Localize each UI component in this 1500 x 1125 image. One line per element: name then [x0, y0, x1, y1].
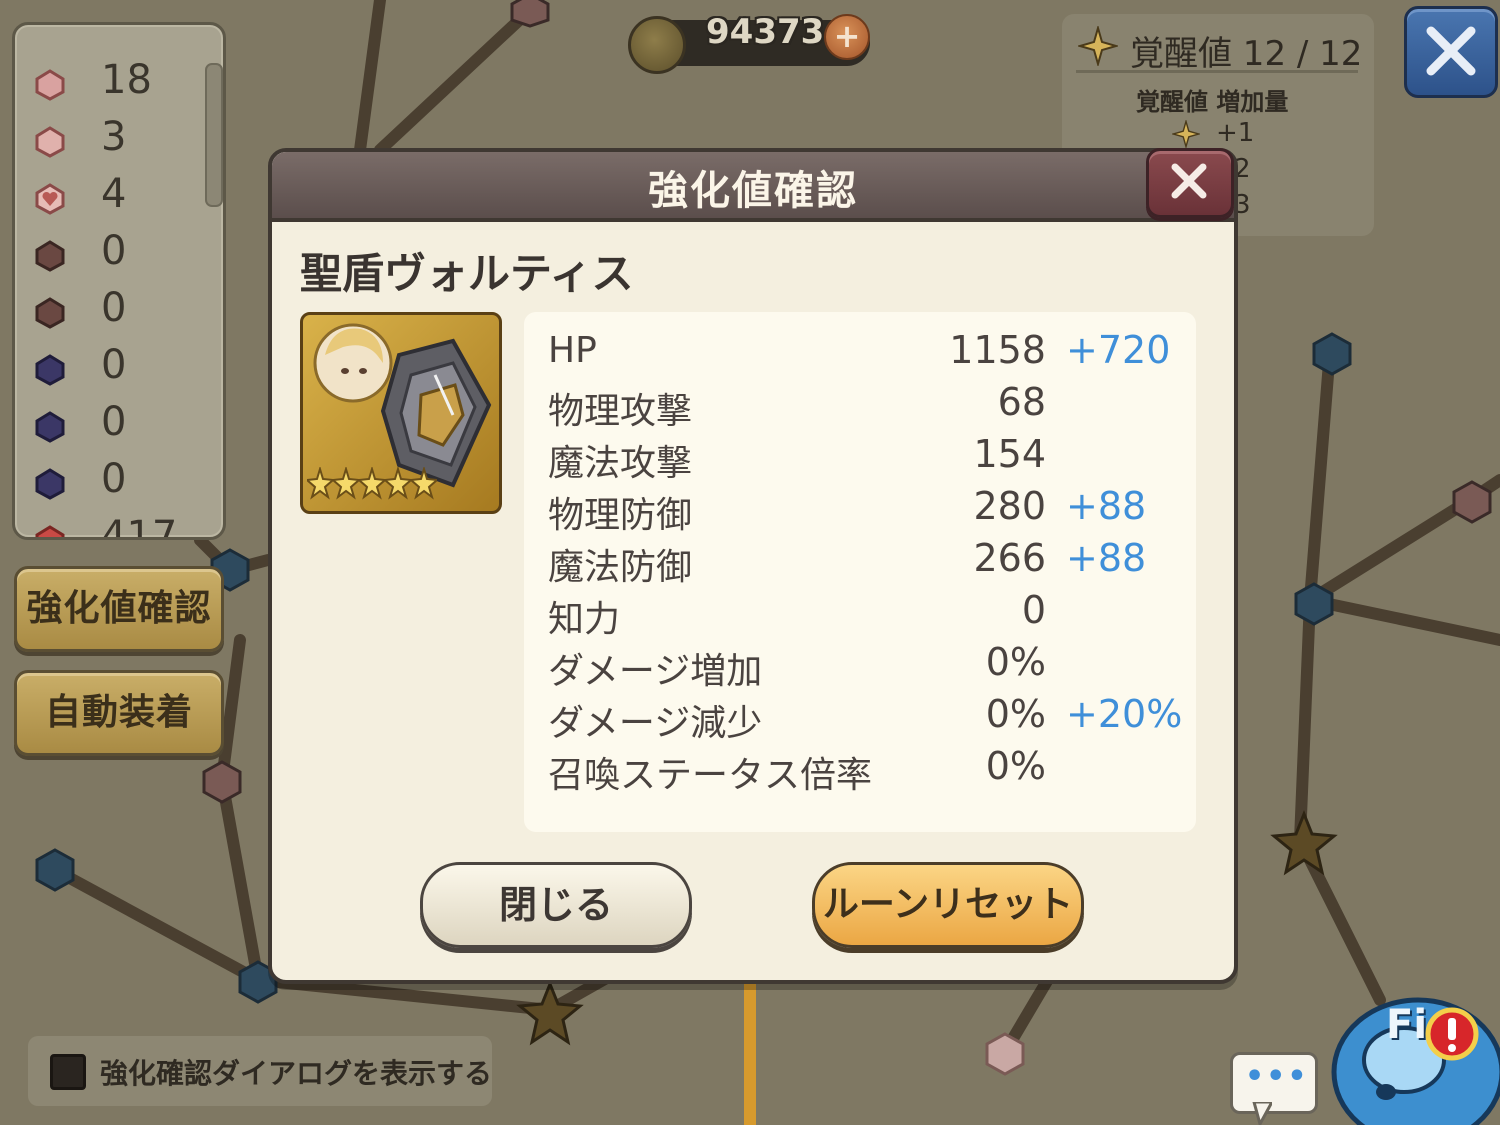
dark-red-orb-icon — [35, 297, 65, 329]
alert-icon — [1425, 1007, 1479, 1061]
stat-value-damage-increase: 0% — [985, 640, 1046, 684]
stat-label-magic-attack: 魔法攻撃 — [548, 443, 693, 484]
stat-value-physical-attack: 68 — [997, 380, 1046, 424]
awakening-subtitle: 覚醒値 増加量 — [1136, 88, 1289, 116]
rune-reset-button[interactable]: ルーンリセット — [812, 862, 1084, 948]
auto-equip-button[interactable]: 自動装着 — [14, 670, 224, 756]
resource-panel[interactable]: 18 3 4 0 0 0 0 0 417 — [12, 22, 226, 540]
stat-label-summon-rate: 召喚ステータス倍率 — [548, 755, 873, 796]
add-currency-button[interactable]: + — [824, 14, 870, 60]
resource-value: 0 — [101, 228, 127, 274]
red-crystal-icon — [35, 126, 65, 158]
resource-value: 4 — [101, 171, 127, 217]
show-dialog-label: 強化確認ダイアログを表示する — [100, 1057, 493, 1090]
coin-icon — [628, 16, 686, 74]
stat-bonus-damage-reduction: +20% — [1066, 692, 1183, 736]
stat-label-damage-reduction: ダメージ減少 — [548, 703, 763, 744]
awakening-increase: +1 — [1216, 118, 1255, 148]
red-heart-crystal-icon — [35, 183, 65, 215]
resource-row: 0 — [33, 283, 213, 339]
stat-value-summon-rate: 0% — [985, 744, 1046, 788]
chat-dots: ••• — [1245, 1059, 1309, 1094]
mascot-text: Fi — [1386, 1002, 1428, 1048]
resource-row: 3 — [33, 112, 213, 168]
purple-orb-icon — [35, 354, 65, 386]
small-star-icon — [1172, 120, 1200, 148]
dialog-title: 強化値確認 — [648, 168, 858, 214]
close-button[interactable]: 閉じる — [420, 862, 692, 948]
resource-row: 0 — [33, 340, 213, 396]
stat-bonus-hp: +720 — [1066, 328, 1171, 372]
stat-value-hp: 1158 — [949, 328, 1046, 372]
stat-label-intelligence: 知力 — [548, 599, 621, 640]
close-icon — [1171, 163, 1207, 199]
resource-row: 0 — [33, 226, 213, 282]
resource-row: 0 — [33, 454, 213, 510]
purple-orb-icon — [35, 411, 65, 443]
stat-label-damage-increase: ダメージ増加 — [548, 651, 763, 692]
stat-value-magic-attack: 154 — [973, 432, 1046, 476]
resource-value: 0 — [101, 342, 127, 388]
resource-row: 417 — [33, 511, 213, 540]
mascot-menu-button[interactable]: Fi — [1326, 980, 1500, 1125]
resource-row: 0 — [33, 397, 213, 453]
dark-red-orb-icon — [35, 240, 65, 272]
dialog-close-button[interactable] — [1146, 148, 1234, 218]
screen-close-button[interactable] — [1404, 6, 1498, 98]
resource-value: 0 — [101, 399, 127, 445]
stat-bonus-magic-defense: +88 — [1066, 536, 1147, 580]
red-crystal-icon — [35, 69, 65, 101]
item-name: 聖盾ヴォルティス — [300, 249, 634, 298]
item-portrait — [300, 312, 502, 514]
resource-value: 3 — [101, 114, 127, 160]
resource-value: 0 — [101, 456, 127, 502]
stat-label-physical-attack: 物理攻撃 — [548, 391, 693, 432]
rune-icon — [35, 525, 65, 537]
resource-value: 417 — [101, 513, 178, 540]
check-enhance-button[interactable]: 強化値確認 — [14, 566, 224, 652]
stat-value-physical-defense: 280 — [973, 484, 1046, 528]
stat-value-intelligence: 0 — [1021, 588, 1046, 632]
close-icon — [1426, 26, 1476, 76]
show-dialog-checkbox[interactable] — [50, 1054, 86, 1090]
stat-value-magic-defense: 266 — [973, 536, 1046, 580]
stat-label-physical-defense: 物理防御 — [548, 495, 693, 536]
stat-bonus-physical-defense: +88 — [1066, 484, 1147, 528]
awakening-title: 覚醒値 12 / 12 — [1130, 34, 1363, 74]
stat-label-hp: HP — [548, 330, 597, 371]
rarity-stars — [307, 467, 437, 500]
awakening-star-icon — [1078, 26, 1118, 66]
purple-orb-icon — [35, 468, 65, 500]
resource-value: 0 — [101, 285, 127, 331]
awakening-divider — [1076, 70, 1358, 73]
resource-row: 18 — [33, 55, 213, 111]
stat-value-damage-reduction: 0% — [985, 692, 1046, 736]
resource-value: 18 — [101, 57, 152, 103]
currency-value: 94373 — [706, 12, 825, 52]
chat-bubble-tail-icon — [1252, 1102, 1272, 1125]
stat-label-magic-defense: 魔法防御 — [548, 547, 693, 588]
resource-row: 4 — [33, 169, 213, 225]
